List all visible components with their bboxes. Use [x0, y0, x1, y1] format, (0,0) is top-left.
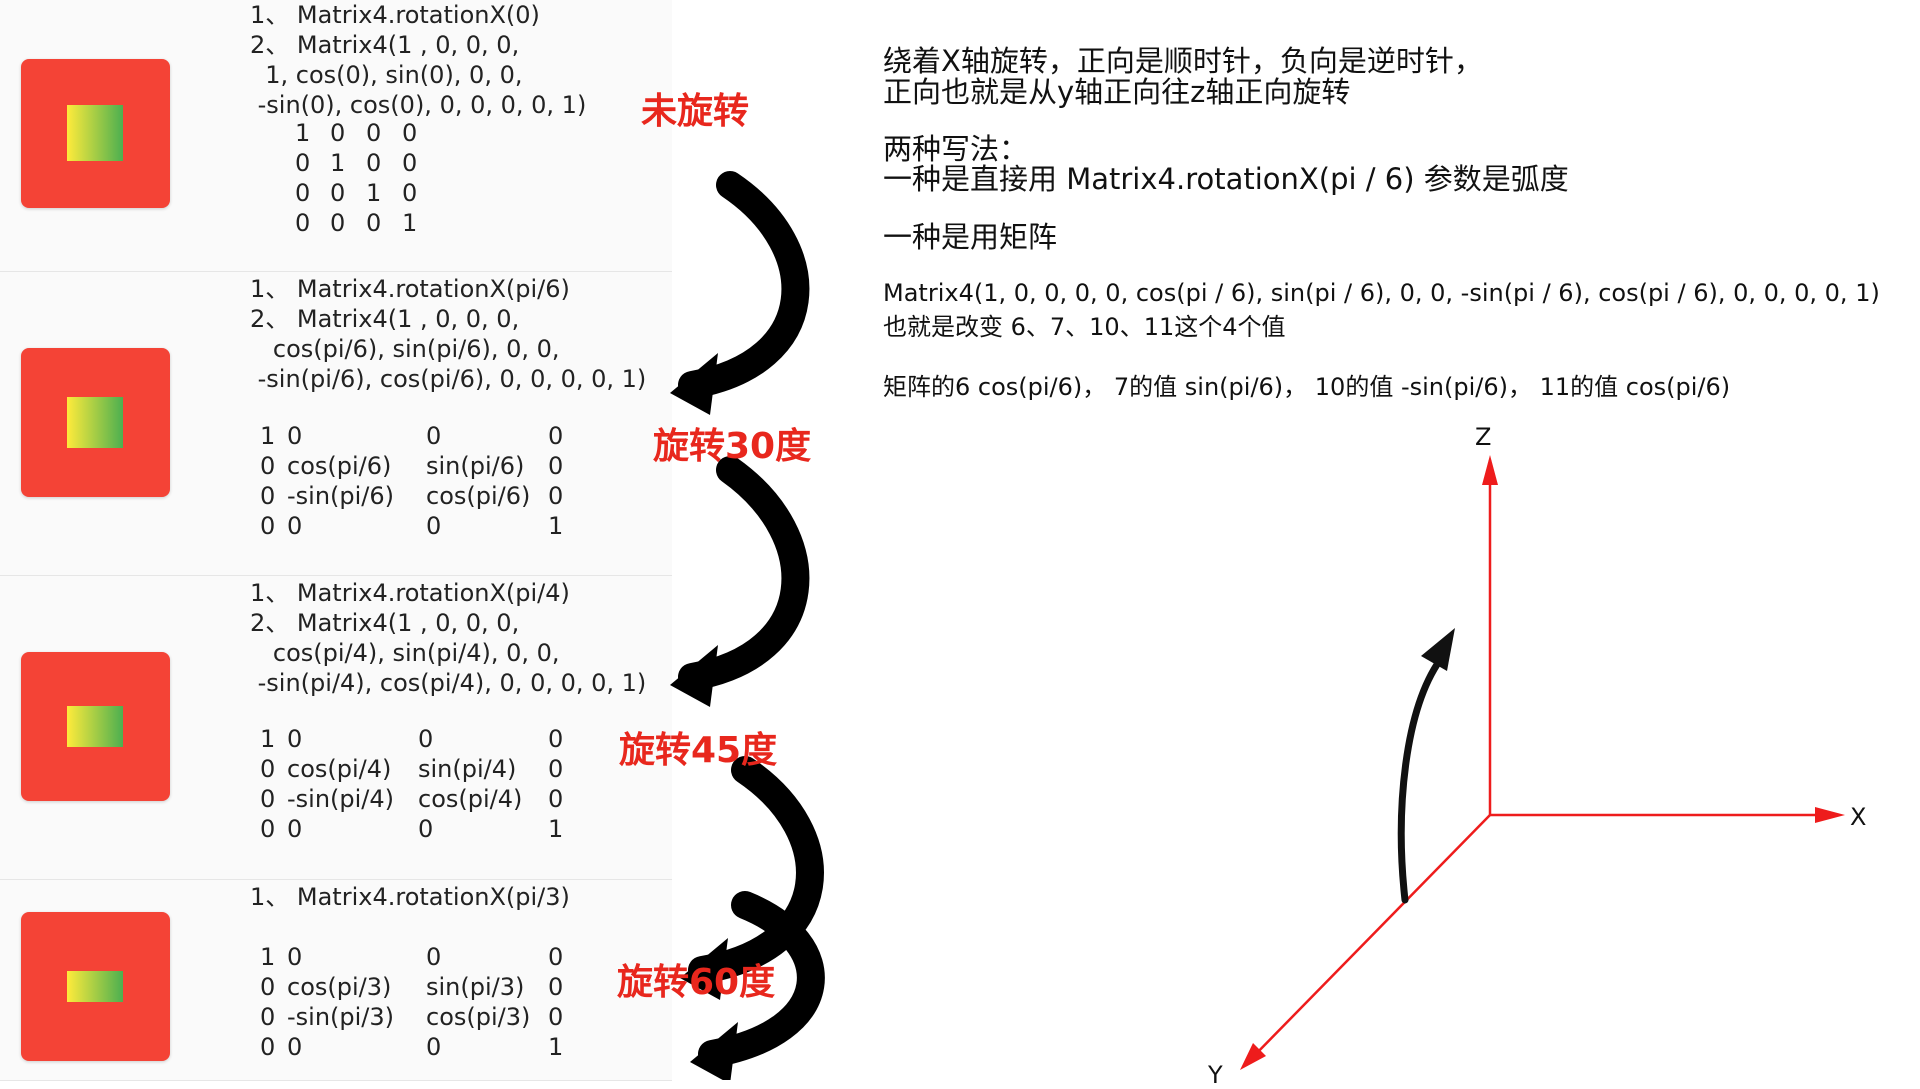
rotation-arrowhead	[1421, 628, 1455, 671]
y-axis	[1249, 814, 1491, 1061]
axis-label-x: X	[1850, 803, 1867, 831]
axis-label-y: Y	[1208, 1061, 1223, 1089]
axis-label-z: Z	[1475, 423, 1492, 451]
axes-diagram	[1240, 455, 1845, 1070]
rotation-label: 未旋转	[641, 91, 750, 132]
x-axis-arrowhead	[1815, 807, 1845, 823]
rotation-label: 旋转30度	[653, 426, 812, 467]
rotation-label: 旋转60度	[617, 962, 776, 1003]
rotation-label: 旋转45度	[619, 730, 778, 771]
rotation-arrow	[1397, 656, 1444, 904]
z-axis-arrowhead	[1482, 455, 1498, 485]
